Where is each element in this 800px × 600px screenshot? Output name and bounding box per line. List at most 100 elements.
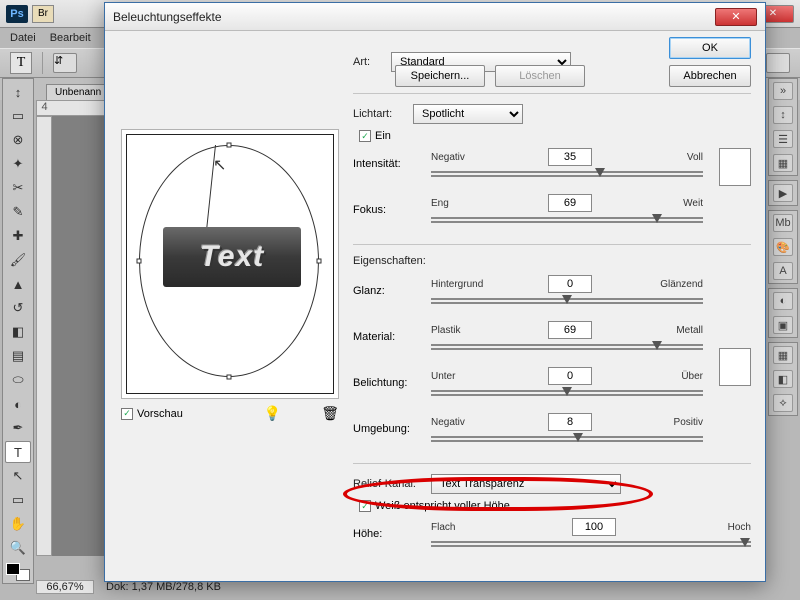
ein-checkbox[interactable]: ✓ [359, 130, 371, 142]
hoehe-value[interactable] [572, 518, 616, 536]
dock-layers-icon[interactable]: ▦ [773, 346, 793, 364]
pen-tool[interactable]: ✒ [5, 417, 31, 439]
dock-channels-icon[interactable]: ◧ [773, 370, 793, 388]
belichtung-value[interactable] [548, 367, 592, 385]
heal-tool[interactable]: ✚ [5, 225, 31, 247]
dock-mb-icon[interactable]: Mb [773, 214, 793, 232]
blur-tool[interactable]: ⬭ [5, 369, 31, 391]
belichtung-left: Unter [431, 371, 487, 382]
preview-label: Vorschau [137, 408, 183, 420]
hoehe-slider[interactable] [431, 538, 751, 550]
fokus-right: Weit [653, 198, 703, 209]
umgebung-slider[interactable] [431, 433, 703, 445]
umgebung-label: Umgebung: [353, 423, 425, 435]
preview-frame: ↖ Text [121, 129, 339, 399]
eraser-tool[interactable]: ◧ [5, 321, 31, 343]
menu-file[interactable]: Datei [10, 32, 36, 44]
delete-light-icon[interactable]: 🗑 [321, 405, 339, 422]
hoehe-right: Hoch [701, 522, 751, 533]
dock-actions-icon[interactable]: ☰ [773, 130, 793, 148]
stamp-tool[interactable]: ▲ [5, 273, 31, 295]
material-value[interactable] [548, 321, 592, 339]
document-tab[interactable]: Unbenann [46, 84, 110, 100]
preview-text-layer: Text [163, 227, 301, 287]
doc-size: Dok: 1,37 MB/278,8 KB [106, 581, 221, 593]
dialog-title: Beleuchtungseffekte [113, 10, 222, 24]
bridge-logo[interactable]: Br [32, 5, 54, 23]
hand-tool[interactable]: ✋ [5, 513, 31, 535]
type-tool[interactable]: T [5, 441, 31, 463]
belichtung-label: Belichtung: [353, 377, 425, 389]
app-logo: Ps [6, 5, 28, 23]
belichtung-slider[interactable] [431, 387, 703, 399]
preview-canvas[interactable]: ↖ Text [126, 134, 334, 394]
dock-mask-icon[interactable]: ▣ [773, 316, 793, 334]
ambient-color-swatch[interactable] [719, 348, 751, 386]
intensitaet-label: Intensität: [353, 158, 425, 170]
light-handle-bottom[interactable] [227, 375, 232, 380]
dock-swatch-icon[interactable]: ▦ [773, 154, 793, 172]
toolbox: ↕ ▭ ⊗ ✦ ✂ ✎ ✚ 🖌 ▲ ↺ ◧ ▤ ⬭ ◐ ✒ T ↖ ▭ ✋ 🔍 [2, 78, 34, 584]
menu-edit[interactable]: Bearbeit [50, 32, 91, 44]
eigenschaften-label: Eigenschaften: [353, 255, 751, 267]
weiss-label: Weiß entspricht voller Höhe [375, 500, 510, 512]
lichtart-select[interactable]: Spotlicht [413, 104, 523, 124]
new-light-icon[interactable]: 💡 [264, 405, 281, 422]
preview-checkbox[interactable]: ✓ [121, 408, 133, 420]
move-tool[interactable]: ↕ [5, 81, 31, 103]
dialog-close-button[interactable]: ✕ [715, 8, 757, 26]
marquee-tool[interactable]: ▭ [5, 105, 31, 127]
gradient-tool[interactable]: ▤ [5, 345, 31, 367]
delete-button: Löschen [495, 65, 585, 87]
weiss-checkbox[interactable]: ✓ [359, 500, 371, 512]
material-slider[interactable] [431, 341, 703, 353]
dock-adjust-icon[interactable]: ◐ [773, 292, 793, 310]
cancel-button[interactable]: Abbrechen [669, 65, 751, 87]
zoom-level[interactable]: 66,67% [36, 580, 94, 594]
light-handle-top[interactable] [227, 143, 232, 148]
relief-select[interactable]: Text Transparenz [431, 474, 621, 494]
lasso-tool[interactable]: ⊗ [5, 129, 31, 151]
ok-button[interactable]: OK [669, 37, 751, 59]
brush-tool[interactable]: 🖌 [5, 249, 31, 271]
belichtung-right: Über [653, 371, 703, 382]
light-handle-left[interactable] [137, 259, 142, 264]
intensitaet-value[interactable] [548, 148, 592, 166]
preview-footer: ✓ Vorschau 💡 🗑 [121, 405, 339, 422]
tool-preset[interactable]: T [10, 52, 32, 74]
wand-tool[interactable]: ✦ [5, 153, 31, 175]
eyedropper-tool[interactable]: ✎ [5, 201, 31, 223]
intensitaet-left: Negativ [431, 152, 487, 163]
ruler-vertical [36, 116, 52, 556]
dock-paths-icon[interactable]: ⟡ [773, 394, 793, 412]
path-tool[interactable]: ↖ [5, 465, 31, 487]
light-handle-right[interactable] [317, 259, 322, 264]
opt-orient[interactable]: ⇵ [53, 53, 77, 73]
dock-char-icon[interactable]: A [773, 262, 793, 280]
glanz-value[interactable] [548, 275, 592, 293]
fokus-slider[interactable] [431, 214, 703, 226]
light-color-swatch[interactable] [719, 148, 751, 186]
save-button[interactable]: Speichern... [395, 65, 485, 87]
hoehe-label: Höhe: [353, 528, 425, 540]
glanz-right: Glänzend [653, 279, 703, 290]
zoom-tool[interactable]: 🔍 [5, 537, 31, 559]
fokus-value[interactable] [548, 194, 592, 212]
dock-history-icon[interactable]: ↕ [773, 106, 793, 124]
material-label: Material: [353, 331, 425, 343]
intensitaet-slider[interactable] [431, 168, 703, 180]
fokus-label: Fokus: [353, 204, 425, 216]
glanz-slider[interactable] [431, 295, 703, 307]
dock-color-icon[interactable]: 🎨 [773, 238, 793, 256]
panel-toggle-3[interactable] [766, 53, 790, 73]
dodge-tool[interactable]: ◐ [5, 393, 31, 415]
shape-tool[interactable]: ▭ [5, 489, 31, 511]
color-swatches[interactable] [6, 563, 30, 581]
umgebung-value[interactable] [548, 413, 592, 431]
history-brush-tool[interactable]: ↺ [5, 297, 31, 319]
cursor-icon: ↖ [213, 155, 226, 175]
dock-arrow-icon[interactable]: » [773, 82, 793, 100]
art-label: Art: [353, 56, 385, 68]
dock-play-icon[interactable]: ▶ [773, 184, 793, 202]
crop-tool[interactable]: ✂ [5, 177, 31, 199]
